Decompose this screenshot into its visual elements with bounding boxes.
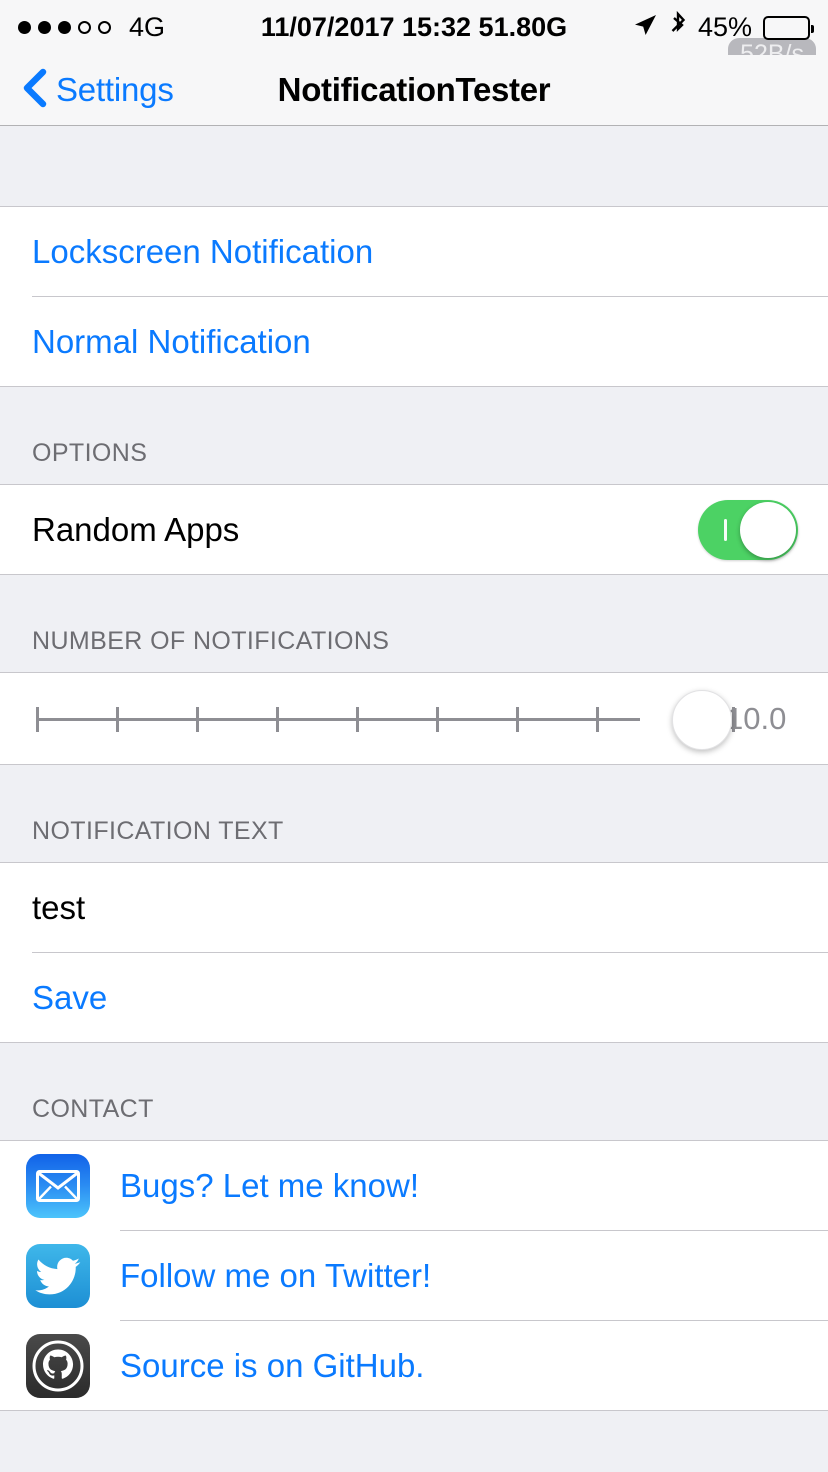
- chevron-left-icon: [22, 68, 48, 113]
- slider-track: [36, 717, 640, 721]
- random-apps-label: Random Apps: [32, 510, 240, 548]
- notifications-count-slider[interactable]: [32, 673, 735, 765]
- back-button[interactable]: Settings: [0, 68, 174, 113]
- location-arrow-icon: [632, 12, 658, 43]
- signal-strength-icon: [18, 21, 111, 34]
- options-section-header: OPTIONS: [0, 387, 828, 485]
- bluetooth-icon: [669, 10, 687, 44]
- toggle-on-indicator: [724, 518, 727, 541]
- actions-section: Lockscreen Notification Normal Notificat…: [0, 207, 828, 387]
- contact-row-email[interactable]: Bugs? Let me know!: [0, 1141, 828, 1231]
- status-bar-right: 45%: [632, 10, 814, 44]
- notification-text-input[interactable]: test: [32, 889, 85, 927]
- contact-github-label: Source is on GitHub.: [120, 1346, 425, 1384]
- contact-email-label: Bugs? Let me know!: [120, 1167, 419, 1204]
- mail-icon: [26, 1154, 90, 1218]
- notifications-count-row: 10.0: [0, 673, 828, 765]
- contact-twitter-label: Follow me on Twitter!: [120, 1257, 432, 1294]
- normal-notification-button[interactable]: Normal Notification: [0, 297, 828, 387]
- twitter-icon: [26, 1244, 90, 1308]
- normal-notification-label: Normal Notification: [32, 322, 311, 360]
- contact-row-github[interactable]: Source is on GitHub.: [0, 1321, 828, 1411]
- status-bar-left: 4G: [18, 12, 165, 43]
- back-button-label: Settings: [56, 71, 174, 108]
- notification-text-row[interactable]: test: [0, 863, 828, 953]
- save-button[interactable]: Save: [0, 953, 828, 1043]
- notifications-count-section-header: NUMBER OF NOTIFICATIONS: [0, 575, 828, 673]
- contact-row-twitter[interactable]: Follow me on Twitter!: [0, 1231, 828, 1321]
- battery-percent-label: 45%: [697, 12, 752, 42]
- lockscreen-notification-label: Lockscreen Notification: [32, 233, 374, 270]
- battery-icon: [763, 15, 814, 40]
- notification-text-section-header: NOTIFICATION TEXT: [0, 765, 828, 863]
- slider-knob[interactable]: [672, 689, 732, 750]
- random-apps-row[interactable]: Random Apps: [0, 485, 828, 575]
- status-bar: 4G 11/07/2017 15:32 51.80G 45% 52B/s: [0, 0, 828, 73]
- github-icon: [26, 1333, 90, 1398]
- contact-section-header: CONTACT: [0, 1043, 828, 1141]
- save-button-label: Save: [32, 978, 108, 1016]
- app-screen: 4G 11/07/2017 15:32 51.80G 45% 52B/s Set…: [0, 0, 828, 1472]
- navigation-bar: Settings NotificationTester: [0, 55, 828, 126]
- carrier-label: 4G: [129, 12, 166, 42]
- toggle-knob: [740, 501, 796, 558]
- random-apps-toggle[interactable]: [698, 499, 798, 560]
- lockscreen-notification-button[interactable]: Lockscreen Notification: [0, 207, 828, 297]
- section-gap-top: [0, 126, 828, 207]
